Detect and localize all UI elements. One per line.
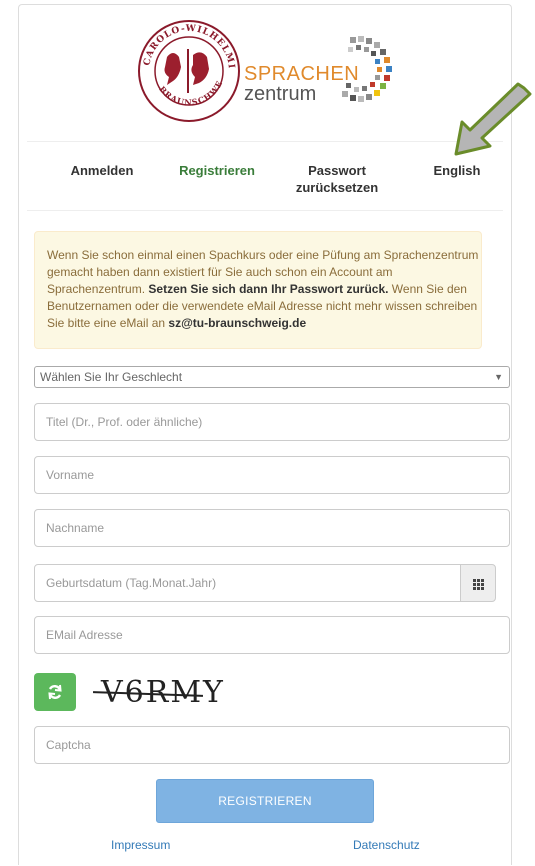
university-seal-logo: CAROLO-WILHELMINA BRAUNSCHWEIG [137, 19, 240, 122]
captcha-image: V6RMY [92, 673, 233, 713]
auth-nav-tabs: Anmelden Registrieren Passwort zurückset… [27, 141, 503, 211]
gender-select[interactable]: Wählen Sie Ihr Geschlecht ▼ [34, 366, 510, 388]
firstname-input[interactable] [34, 456, 510, 494]
pointer-arrow-icon [454, 82, 532, 156]
tab-anmelden[interactable]: Anmelden [57, 162, 147, 179]
chevron-down-icon: ▼ [494, 372, 503, 382]
birthdate-input[interactable] [34, 564, 461, 602]
email-input[interactable] [34, 616, 510, 654]
tab-english[interactable]: English [417, 162, 497, 179]
alert-text: Wenn Sie schon einmal einen Spachkurs od… [47, 247, 483, 332]
gender-select-value: Wählen Sie Ihr Geschlecht [40, 370, 183, 384]
alert-bold-reset: Setzen Sie sich dann Ihr Passwort zurück… [148, 282, 389, 296]
impressum-link[interactable]: Impressum [111, 838, 170, 852]
title-input[interactable] [34, 403, 510, 441]
datenschutz-link[interactable]: Datenschutz [353, 838, 420, 852]
tab-passwort-zuruecksetzen[interactable]: Passwort zurücksetzen [282, 162, 392, 196]
captcha-input[interactable] [34, 726, 510, 764]
refresh-icon [48, 684, 62, 700]
tab-registrieren[interactable]: Registrieren [167, 162, 267, 179]
captcha-refresh-button[interactable] [34, 673, 76, 711]
sprachenzentrum-circle-logo [342, 36, 392, 102]
logo-area: CAROLO-WILHELMINA BRAUNSCHWEIG SPRACHEN … [19, 5, 511, 135]
calendar-button[interactable] [460, 564, 496, 602]
alert-email: sz@tu-braunschweig.de [168, 316, 307, 330]
registration-panel: CAROLO-WILHELMINA BRAUNSCHWEIG SPRACHEN … [18, 4, 512, 865]
info-alert: Wenn Sie schon einmal einen Spachkurs od… [34, 231, 482, 349]
register-button[interactable]: REGISTRIEREN [156, 779, 374, 823]
lastname-input[interactable] [34, 509, 510, 547]
